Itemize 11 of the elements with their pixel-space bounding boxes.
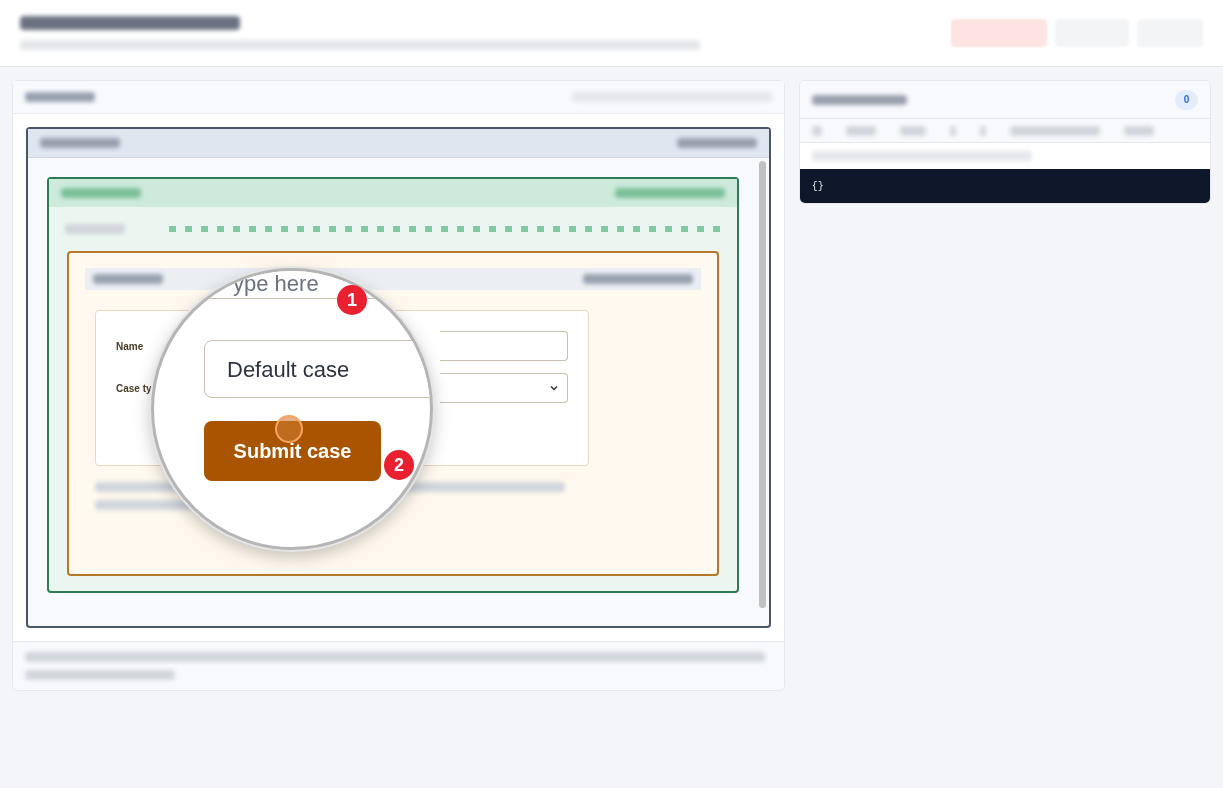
cursor-ring (275, 415, 303, 443)
blurred-button[interactable] (951, 19, 1047, 47)
input-field[interactable] (440, 331, 568, 361)
select-field[interactable] (440, 373, 568, 403)
field-label: Case ty (116, 381, 153, 396)
field-label: Name (116, 339, 145, 354)
input-field[interactable]: Default case (204, 340, 430, 398)
submit-button[interactable]: Submit case (204, 421, 381, 481)
chevron-down-icon (549, 383, 559, 393)
count-badge: 0 (1175, 89, 1198, 110)
code-block: {} (799, 169, 1210, 203)
